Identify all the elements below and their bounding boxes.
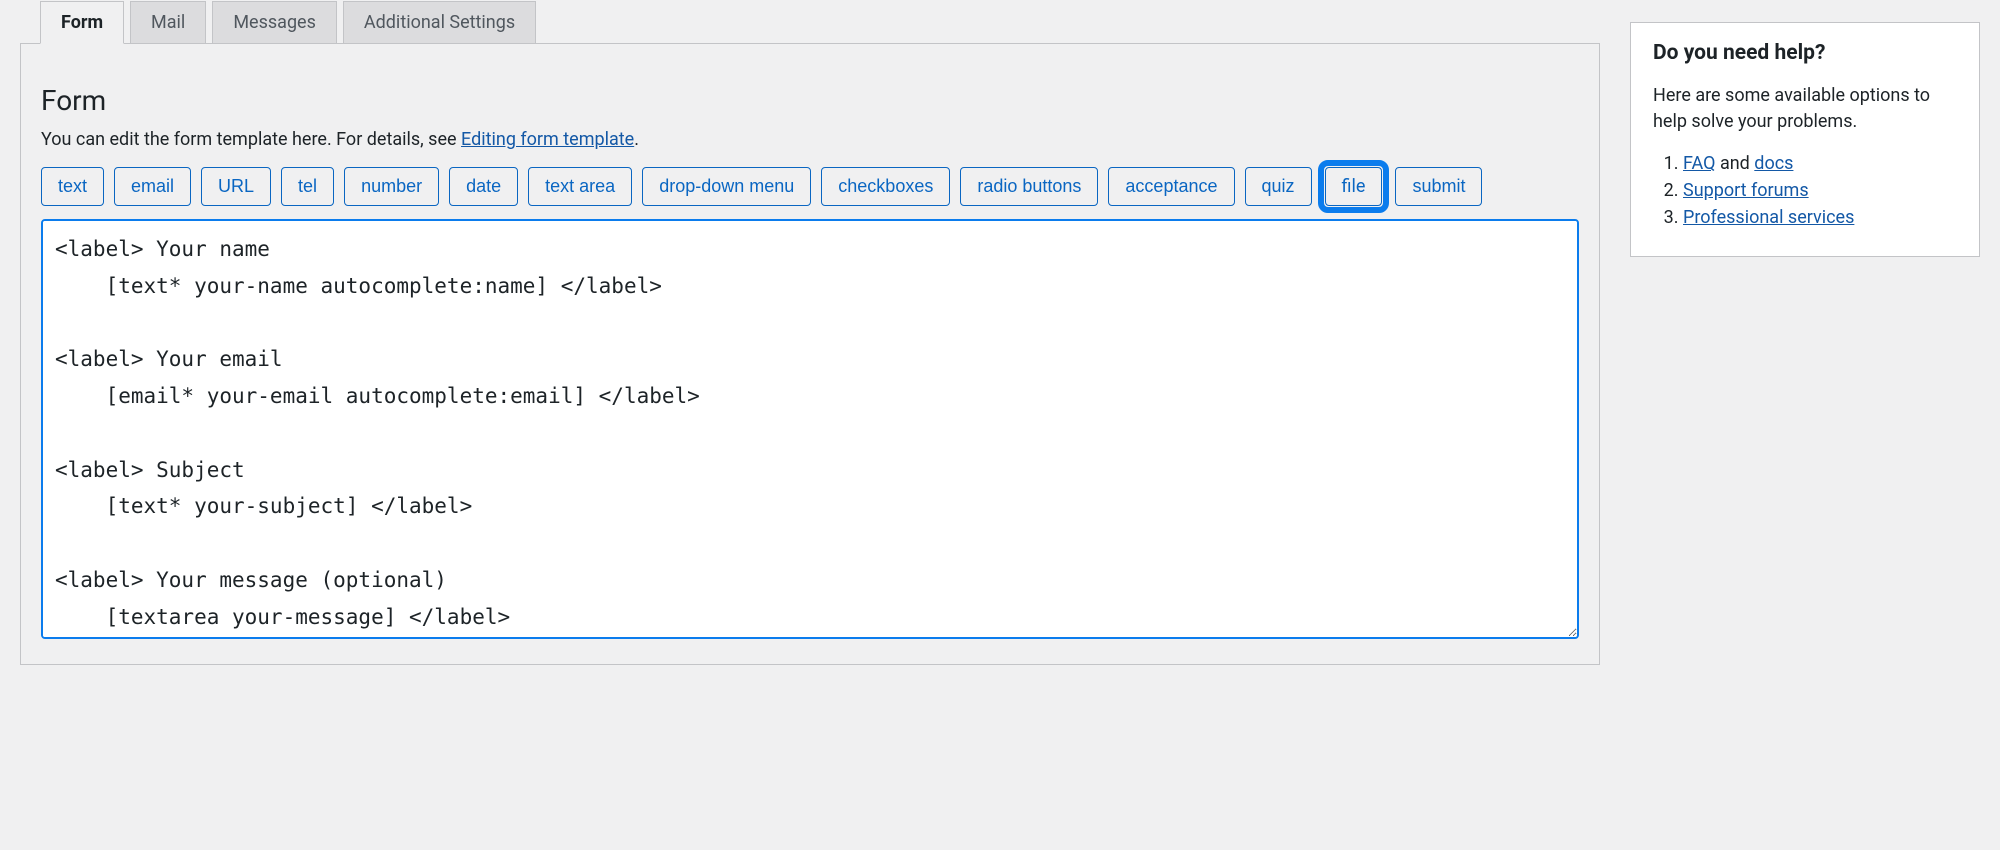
- tag-date-button[interactable]: date: [449, 167, 518, 206]
- help-item-pro: Professional services: [1683, 207, 1957, 228]
- tab-mail[interactable]: Mail: [130, 1, 206, 44]
- tag-file-button-highlight: file: [1322, 164, 1386, 209]
- tab-bar: Form Mail Messages Additional Settings: [40, 0, 1600, 43]
- tab-additional-settings[interactable]: Additional Settings: [343, 1, 536, 44]
- help-list: FAQ and docs Support forums Professional…: [1653, 153, 1957, 228]
- help-title: Do you need help?: [1653, 41, 1957, 65]
- tag-dropdown-button[interactable]: drop-down menu: [642, 167, 811, 206]
- editing-form-template-link[interactable]: Editing form template: [461, 129, 634, 150]
- tag-button-row: text email URL tel number date text area…: [41, 164, 1579, 209]
- docs-link[interactable]: docs: [1754, 153, 1793, 174]
- tag-number-button[interactable]: number: [344, 167, 439, 206]
- tag-checkboxes-button[interactable]: checkboxes: [821, 167, 950, 206]
- support-forums-link[interactable]: Support forums: [1683, 180, 1809, 201]
- form-panel: Form You can edit the form template here…: [20, 43, 1600, 665]
- professional-services-link[interactable]: Professional services: [1683, 207, 1854, 228]
- tag-acceptance-button[interactable]: acceptance: [1108, 167, 1234, 206]
- faq-link[interactable]: FAQ: [1683, 153, 1715, 174]
- tag-radio-button[interactable]: radio buttons: [960, 167, 1098, 206]
- tag-url-button[interactable]: URL: [201, 167, 271, 206]
- intro-text-prefix: You can edit the form template here. For…: [41, 129, 461, 150]
- section-intro: You can edit the form template here. For…: [41, 129, 1579, 150]
- help-box: Do you need help? Here are some availabl…: [1630, 22, 1980, 257]
- tag-tel-button[interactable]: tel: [281, 167, 334, 206]
- tag-quiz-button[interactable]: quiz: [1245, 167, 1312, 206]
- tab-form[interactable]: Form: [40, 1, 124, 44]
- section-title: Form: [41, 84, 1579, 117]
- form-template-editor[interactable]: [41, 219, 1579, 639]
- intro-text-suffix: .: [634, 129, 639, 150]
- help-item-faq: FAQ and docs: [1683, 153, 1957, 174]
- tag-file-button[interactable]: file: [1325, 167, 1383, 206]
- tab-messages[interactable]: Messages: [212, 1, 337, 44]
- tag-email-button[interactable]: email: [114, 167, 191, 206]
- tag-submit-button[interactable]: submit: [1395, 167, 1482, 206]
- tag-text-button[interactable]: text: [41, 167, 104, 206]
- tag-textarea-button[interactable]: text area: [528, 167, 632, 206]
- help-intro: Here are some available options to help …: [1653, 83, 1957, 135]
- help-item-and: and: [1715, 153, 1754, 174]
- help-item-forums: Support forums: [1683, 180, 1957, 201]
